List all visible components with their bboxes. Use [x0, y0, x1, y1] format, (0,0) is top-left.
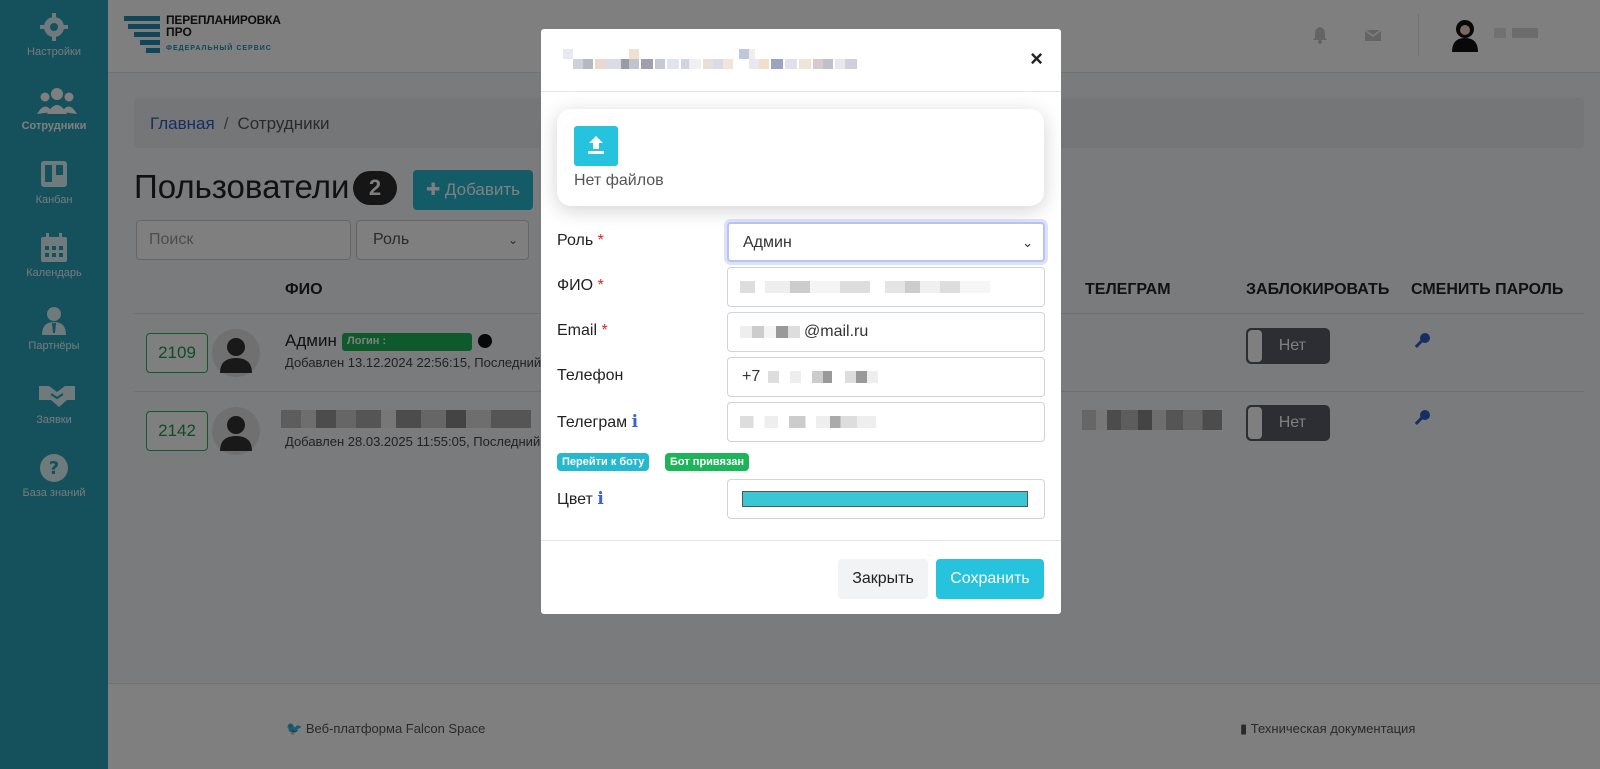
required-mark: *: [597, 232, 604, 249]
phone-prefix: +7: [742, 368, 761, 385]
telegram-label: Телеграм i: [557, 412, 638, 432]
fio-value-blurred: [740, 281, 990, 293]
form-row-phone: Телефон +7: [557, 357, 1045, 397]
save-button[interactable]: Сохранить: [936, 559, 1044, 599]
chevron-down-icon: ⌄: [1022, 235, 1033, 250]
file-upload-area: Нет файлов: [557, 109, 1044, 206]
bot-linked-badge: Бот привязан: [665, 453, 750, 471]
color-swatch: [742, 491, 1028, 507]
no-files-text: Нет файлов: [574, 172, 664, 189]
upload-icon: [588, 136, 604, 154]
telegram-label-text: Телеграм: [557, 414, 628, 431]
form-row-email: Email * @mail.ru: [557, 312, 1045, 352]
role-select[interactable]: Админ ⌄: [727, 222, 1045, 262]
email-domain: @mail.ru: [804, 323, 869, 340]
email-label-text: Email: [557, 322, 598, 339]
modal-title-blurred: [563, 49, 857, 71]
fio-label-text: ФИО: [557, 277, 594, 294]
edit-user-modal: × Нет файлов Роль * Админ ⌄ ФИО * Email *…: [541, 29, 1061, 614]
form-row-fio: ФИО *: [557, 267, 1045, 307]
color-label-text: Цвет: [557, 491, 593, 508]
phone-field[interactable]: +7: [727, 357, 1045, 397]
email-user-blurred: [740, 326, 800, 338]
role-label: Роль *: [557, 232, 604, 250]
email-field[interactable]: @mail.ru: [727, 312, 1045, 352]
required-mark: *: [601, 322, 608, 339]
modal-footer: Закрыть Сохранить: [541, 540, 1061, 614]
close-button[interactable]: Закрыть: [838, 559, 928, 599]
color-picker[interactable]: [727, 479, 1045, 519]
modal-header: ×: [541, 29, 1061, 92]
telegram-value-blurred: [740, 416, 876, 428]
fio-field[interactable]: [727, 267, 1045, 307]
role-label-text: Роль: [557, 232, 594, 249]
info-icon[interactable]: i: [597, 489, 603, 509]
role-select-value: Админ: [743, 234, 792, 251]
form-row-telegram: Телеграм i: [557, 402, 1045, 442]
info-icon[interactable]: i: [632, 412, 638, 432]
required-mark: *: [597, 277, 604, 294]
email-label: Email *: [557, 322, 608, 340]
fio-label: ФИО *: [557, 277, 604, 295]
close-icon[interactable]: ×: [1030, 47, 1043, 71]
form-row-color: Цвет i: [557, 479, 1045, 519]
upload-button[interactable]: [574, 126, 618, 166]
go-to-bot-button[interactable]: Перейти к боту: [557, 453, 650, 471]
telegram-field[interactable]: [727, 402, 1045, 442]
color-label: Цвет i: [557, 489, 604, 509]
phone-label: Телефон: [557, 367, 624, 384]
phone-number-blurred: [768, 371, 878, 383]
form-row-role: Роль * Админ ⌄: [557, 222, 1045, 262]
